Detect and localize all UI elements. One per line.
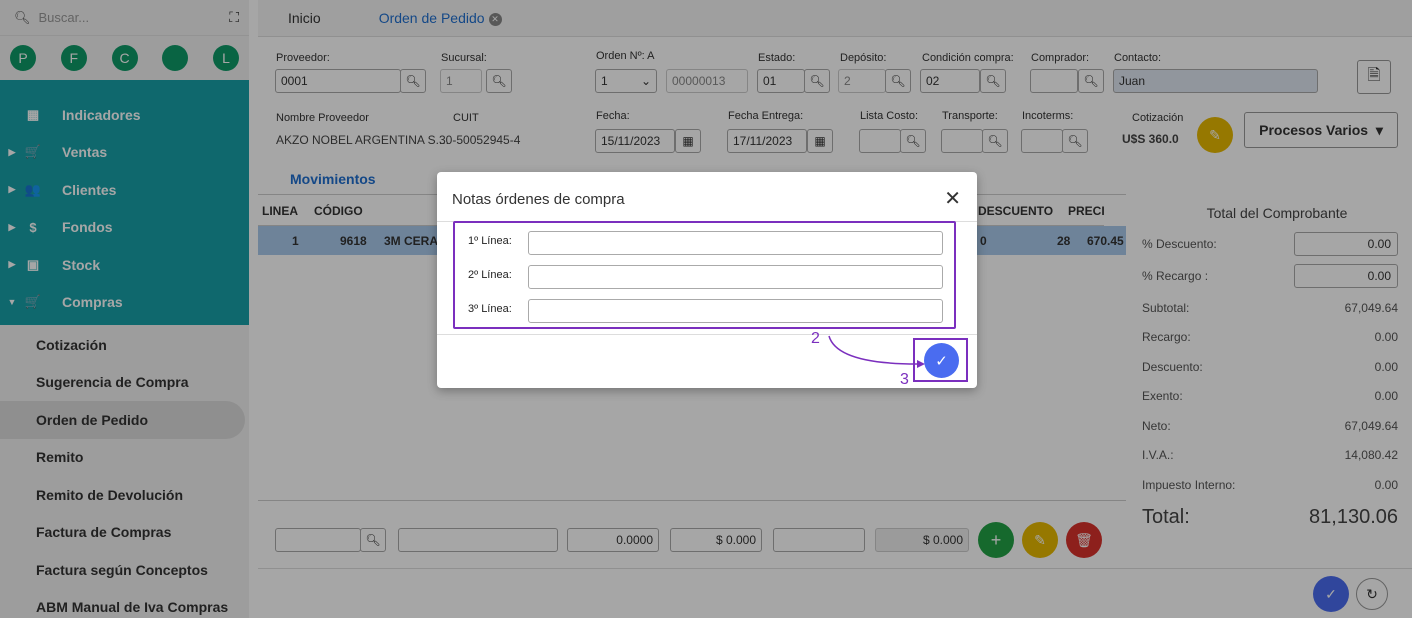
line2-input[interactable] xyxy=(528,265,943,289)
line3-input[interactable] xyxy=(528,299,943,323)
line1-label: 1º Línea: xyxy=(468,235,512,247)
close-icon[interactable]: ✕ xyxy=(944,186,961,211)
dialog-title: Notas órdenes de compra xyxy=(452,191,625,208)
line3-label: 3º Línea: xyxy=(468,303,512,315)
line2-label: 2º Línea: xyxy=(468,269,512,281)
annotation-step-3: 3 xyxy=(900,371,909,388)
notes-dialog: Notas órdenes de compra ✕ 1º Línea: 2º L… xyxy=(437,172,977,388)
annotation-step-2: 2 xyxy=(811,330,820,347)
line1-input[interactable] xyxy=(528,231,943,255)
annotation-arrow xyxy=(828,335,925,368)
check-icon: ✓ xyxy=(935,352,948,370)
confirm-button[interactable]: ✓ xyxy=(924,343,959,378)
